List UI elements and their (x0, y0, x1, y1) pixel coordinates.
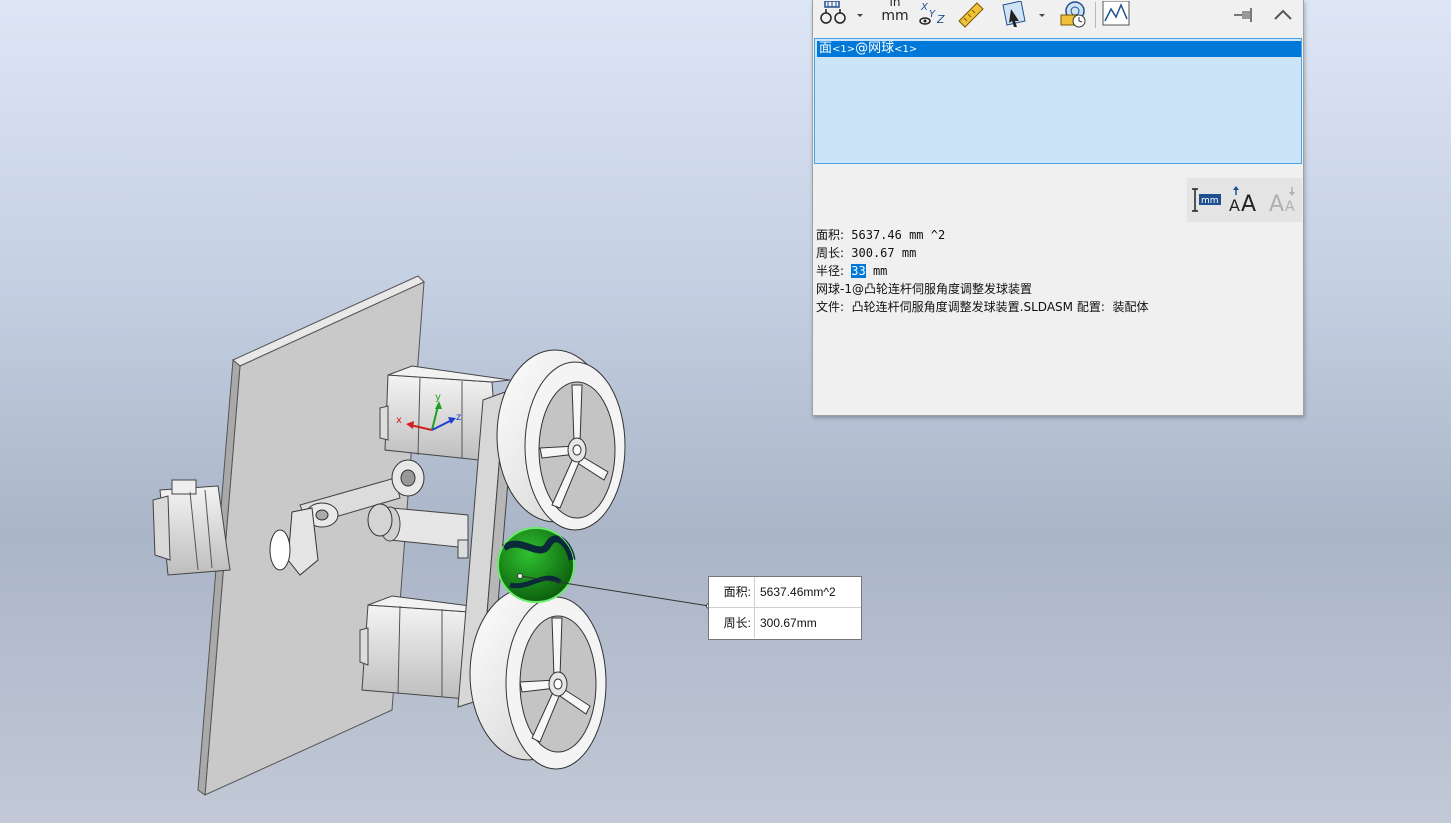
measure-toolbar: in mm X Y Z (813, 0, 1303, 36)
callout-perimeter-label: 周长: (709, 608, 755, 638)
result-radius-unit: mm (865, 264, 888, 278)
decrease-font-icon[interactable]: A A (1267, 184, 1301, 216)
result-radius-value[interactable]: 33 (851, 264, 866, 278)
show-xyz-icon[interactable]: X Y Z (917, 0, 949, 30)
result-file-label: 文件: (816, 300, 845, 314)
result-file-row: 文件: 凸轮连杆伺服角度调整发球装置.SLDASM 配置: 装配体 (816, 298, 1296, 316)
units-bottom-label: mm (881, 8, 909, 24)
measure-callout[interactable]: 面积: 5637.46mm^2 周长: 300.67mm (708, 576, 862, 640)
projection-dropdown-icon[interactable] (1033, 0, 1051, 30)
svg-text:A: A (1229, 196, 1240, 215)
result-perimeter-row: 周长: 300.67 mm (816, 244, 1296, 262)
point-to-point-icon[interactable] (955, 0, 987, 30)
result-component-row: 网球-1@凸轮连杆伺服角度调整发球装置 (816, 282, 1032, 296)
selection-face-label: 面 (819, 41, 833, 56)
selection-component-label: @网球 (855, 41, 895, 56)
callout-anchor-point (517, 573, 523, 579)
result-radius-label: 半径: (816, 264, 845, 278)
selection-component-index: <1> (894, 44, 918, 55)
result-radius-row: 半径: 33 mm (816, 262, 1296, 280)
triad-x-label: x (396, 415, 402, 426)
callout-perimeter-value: 300.67mm (760, 616, 817, 630)
result-perimeter-value: 300.67 mm (844, 246, 917, 260)
selection-face-index: <1> (832, 44, 856, 55)
svg-text:X: X (920, 2, 929, 13)
collapse-icon[interactable] (1267, 0, 1299, 30)
result-area-value: 5637.46 mm ^2 (844, 228, 946, 242)
selection-list[interactable]: 面<1>@网球<1> (814, 38, 1302, 164)
callout-perimeter-row: 周长: 300.67mm (709, 608, 861, 638)
callout-area-label: 面积: (709, 577, 755, 607)
sensor-icon[interactable] (1101, 0, 1133, 30)
selection-item-face[interactable]: 面<1>@网球<1> (817, 41, 1301, 57)
pin-icon[interactable] (1229, 0, 1261, 30)
triad-y-label: y (435, 392, 441, 403)
units-precision-icon[interactable]: in mm (875, 0, 915, 26)
top-throwing-wheel[interactable] (496, 349, 626, 531)
svg-text:Z: Z (936, 13, 945, 26)
svg-text:A: A (1269, 192, 1284, 215)
result-area-row: 面积: 5637.46 mm ^2 (816, 226, 1296, 244)
callout-area-value: 5637.46mm^2 (760, 585, 836, 599)
graphics-viewport[interactable]: x y z 面积: 5637.46mm^2 周长: 300.67mm in mm… (0, 0, 1451, 823)
triad-z-label: z (456, 412, 461, 423)
arc-options-dropdown-icon[interactable] (851, 0, 869, 30)
svg-text:mm: mm (1201, 196, 1219, 206)
history-icon[interactable] (1057, 0, 1089, 30)
svg-text:Y: Y (929, 9, 936, 20)
svg-text:A: A (1241, 192, 1256, 215)
result-perimeter-label: 周长: (816, 246, 845, 260)
result-area-label: 面积: (816, 228, 845, 242)
rear-motor[interactable] (152, 479, 231, 576)
toolbar-separator (1095, 2, 1096, 28)
bottom-throwing-wheel[interactable] (469, 587, 607, 770)
increase-font-icon[interactable]: A A (1227, 184, 1261, 216)
svg-text:A: A (1285, 199, 1295, 215)
measure-results: 面积: 5637.46 mm ^2 周长: 300.67 mm 半径: 33 m… (816, 226, 1296, 316)
text-cursor-mm-icon[interactable]: mm (1189, 184, 1223, 216)
arc-circle-measurements-icon[interactable] (817, 0, 849, 30)
result-tools: mm A A A A (1187, 178, 1302, 222)
units-top-label: in (889, 0, 901, 9)
projection-icon[interactable] (999, 0, 1031, 30)
measure-dialog[interactable]: in mm X Y Z 面<1>@网球<1> mm A A A A 面积: 56… (812, 0, 1304, 416)
result-file-value: 凸轮连杆伺服角度调整发球装置.SLDASM 配置: 装配体 (844, 300, 1149, 314)
tennis-ball-selected-face[interactable] (497, 527, 576, 603)
callout-area-row: 面积: 5637.46mm^2 (709, 577, 861, 608)
